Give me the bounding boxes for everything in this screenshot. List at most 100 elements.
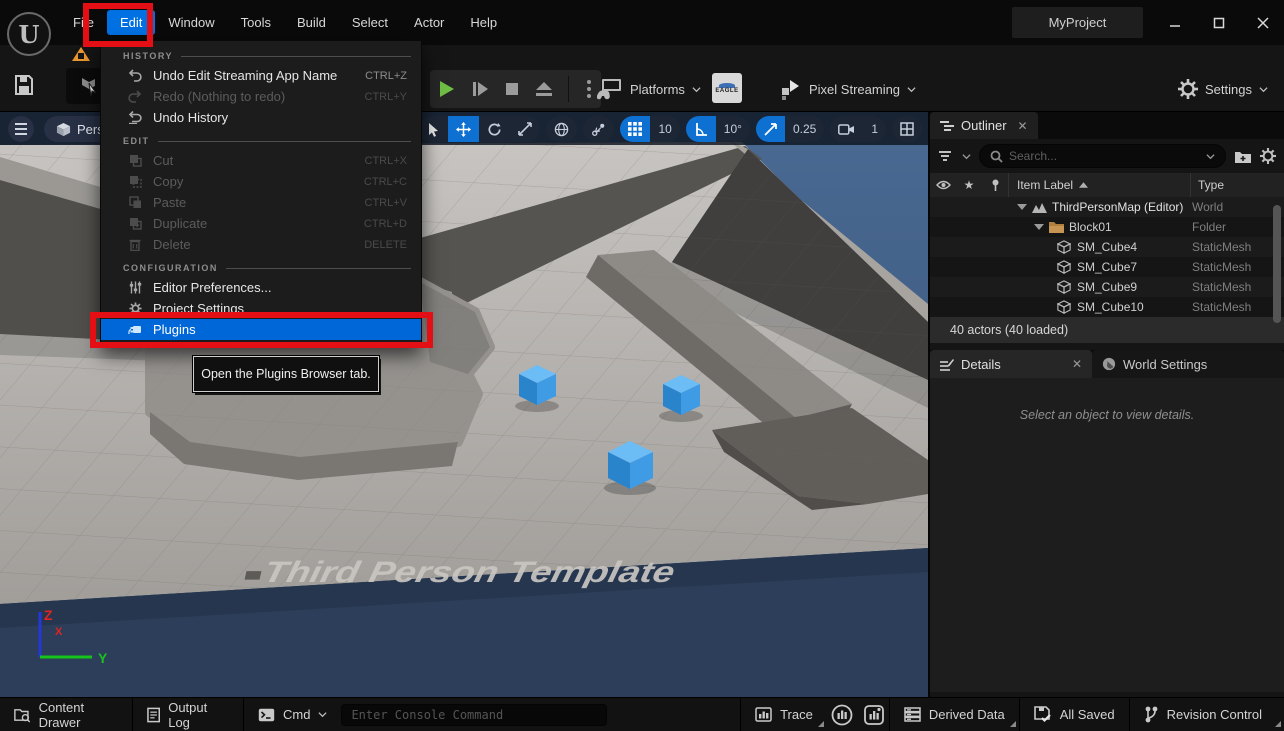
outliner-search[interactable] xyxy=(979,144,1226,168)
stop-button[interactable] xyxy=(504,81,520,97)
folder-icon xyxy=(1049,221,1064,233)
maximize-button[interactable] xyxy=(1206,10,1232,36)
pixel-streaming-button[interactable]: Pixel Streaming xyxy=(780,70,916,108)
table-row[interactable]: SM_Cube4 StaticMesh xyxy=(930,237,1284,257)
menu-item-redo[interactable]: Redo (Nothing to redo) CTRL+Y xyxy=(101,86,421,107)
quad-view-button[interactable] xyxy=(892,116,922,142)
pin-column-icon[interactable] xyxy=(982,179,1008,192)
menu-item-cut[interactable]: Cut CTRL+X xyxy=(101,150,421,171)
outliner-status-text: 40 actors (40 loaded) xyxy=(930,317,1284,343)
table-row[interactable]: SM_Cube9 StaticMesh xyxy=(930,277,1284,297)
favorite-column-star-icon[interactable]: ★ xyxy=(956,178,982,192)
world-icon xyxy=(1032,202,1047,213)
play-options-kebab-icon[interactable] xyxy=(583,80,595,98)
close-icon[interactable]: ✕ xyxy=(1068,357,1082,371)
camera-speed-value[interactable]: 1 xyxy=(863,116,886,142)
warning-icon xyxy=(72,47,90,61)
save-button[interactable] xyxy=(12,73,36,97)
settings-button[interactable]: Settings xyxy=(1178,70,1268,108)
filter-icon[interactable] xyxy=(938,150,954,162)
tab-outliner[interactable]: Outliner ✕ xyxy=(930,112,1038,139)
scale-snap-icon[interactable] xyxy=(756,116,785,142)
menu-item-duplicate[interactable]: Duplicate CTRL+D xyxy=(101,213,421,234)
outliner-column-header: ★ Item Label Type xyxy=(930,173,1284,197)
menu-section-configuration: CONFIGURATION xyxy=(101,259,421,277)
duplicate-icon xyxy=(127,217,143,230)
trace-button[interactable]: Trace xyxy=(741,698,827,731)
eagle-plugin-button[interactable]: EAGLE xyxy=(712,73,742,103)
menu-build[interactable]: Build xyxy=(284,10,339,35)
caret-down-icon[interactable] xyxy=(1017,204,1027,210)
details-panel-body: Select an object to view details. xyxy=(930,378,1284,692)
chevron-down-icon[interactable] xyxy=(1206,152,1215,161)
menu-item-delete[interactable]: Delete DELETE xyxy=(101,234,421,255)
frame-skip-button[interactable] xyxy=(470,79,490,99)
menu-actor[interactable]: Actor xyxy=(401,10,457,35)
visibility-column-eye-icon[interactable] xyxy=(930,180,956,190)
tab-world-settings[interactable]: World Settings xyxy=(1092,350,1284,378)
table-row[interactable]: SM_Cube7 StaticMesh xyxy=(930,257,1284,277)
menu-select[interactable]: Select xyxy=(339,10,401,35)
table-row[interactable]: ThirdPersonMap (Editor) World xyxy=(930,197,1284,217)
column-item-label[interactable]: Item Label xyxy=(1008,173,1190,197)
stats-profiler-icon[interactable] xyxy=(863,704,885,726)
play-button[interactable] xyxy=(436,79,456,99)
scale-snap-control: 0.25 xyxy=(756,116,824,142)
world-settings-globe-icon xyxy=(1102,357,1116,371)
all-saved-indicator[interactable]: All Saved xyxy=(1020,698,1129,731)
column-type[interactable]: Type xyxy=(1190,173,1284,197)
rotation-snap-value[interactable]: 10° xyxy=(716,116,750,142)
caret-down-icon[interactable] xyxy=(1034,224,1044,230)
undo-history-icon xyxy=(127,111,143,124)
platforms-button[interactable]: Platforms xyxy=(597,70,701,108)
camera-speed-icon[interactable] xyxy=(830,116,863,142)
menu-item-undo[interactable]: Undo Edit Streaming App Name CTRL+Z xyxy=(101,65,421,86)
status-bar: Content Drawer Output Log Cmd Trace Deri… xyxy=(0,697,1284,731)
viewport-menu-icon[interactable] xyxy=(8,116,34,142)
revision-control-button[interactable]: Revision Control xyxy=(1130,698,1284,731)
rotate-tool-button[interactable] xyxy=(479,116,510,142)
derived-data-button[interactable]: Derived Data xyxy=(890,698,1019,731)
chevron-down-icon xyxy=(692,85,701,94)
table-row[interactable]: Block01 Folder xyxy=(930,217,1284,237)
menu-item-editor-preferences[interactable]: Editor Preferences... xyxy=(101,277,421,298)
gear-icon xyxy=(1178,79,1198,99)
cmd-selector[interactable]: Cmd xyxy=(244,698,341,731)
outliner-tree: ThirdPersonMap (Editor) World Block01 Fo… xyxy=(930,197,1284,317)
add-folder-icon[interactable] xyxy=(1234,149,1252,164)
outliner-scrollbar[interactable] xyxy=(1273,205,1281,323)
unreal-logo-icon[interactable]: U xyxy=(7,12,51,56)
tab-details[interactable]: Details ✕ xyxy=(930,350,1092,378)
grid-snap-icon[interactable] xyxy=(620,116,650,142)
angle-snap-icon[interactable] xyxy=(686,116,716,142)
menu-help[interactable]: Help xyxy=(457,10,510,35)
eject-button[interactable] xyxy=(534,80,554,98)
close-button[interactable] xyxy=(1250,10,1276,36)
minimize-button[interactable] xyxy=(1162,10,1188,36)
menu-item-copy[interactable]: Copy CTRL+C xyxy=(101,171,421,192)
menu-window[interactable]: Window xyxy=(155,10,227,35)
select-tool-button[interactable] xyxy=(419,116,448,142)
world-local-toggle[interactable] xyxy=(546,116,577,142)
scale-snap-value[interactable]: 0.25 xyxy=(785,116,824,142)
menu-tools[interactable]: Tools xyxy=(228,10,284,35)
output-log-button[interactable]: Output Log xyxy=(133,698,243,731)
grid-snap-value[interactable]: 10 xyxy=(650,116,679,142)
search-input[interactable] xyxy=(1009,149,1200,163)
output-log-icon xyxy=(147,707,160,723)
menu-item-undo-history[interactable]: Undo History xyxy=(101,107,421,128)
menu-item-paste[interactable]: Paste CTRL+V xyxy=(101,192,421,213)
content-drawer-button[interactable]: Content Drawer xyxy=(0,698,132,731)
move-tool-button[interactable] xyxy=(448,116,479,142)
console-command-input[interactable] xyxy=(341,704,607,726)
insights-profiler-icon[interactable] xyxy=(831,704,853,726)
static-mesh-icon xyxy=(1057,300,1071,314)
save-check-icon xyxy=(1034,706,1052,723)
close-icon[interactable]: ✕ xyxy=(1014,119,1028,133)
surface-snap-button[interactable] xyxy=(583,116,614,142)
redo-icon xyxy=(127,90,143,103)
outliner-settings-gear-icon[interactable] xyxy=(1260,148,1276,164)
scale-tool-button[interactable] xyxy=(510,116,540,142)
chevron-down-icon[interactable] xyxy=(962,152,971,161)
table-row[interactable]: SM_Cube10 StaticMesh xyxy=(930,297,1284,317)
